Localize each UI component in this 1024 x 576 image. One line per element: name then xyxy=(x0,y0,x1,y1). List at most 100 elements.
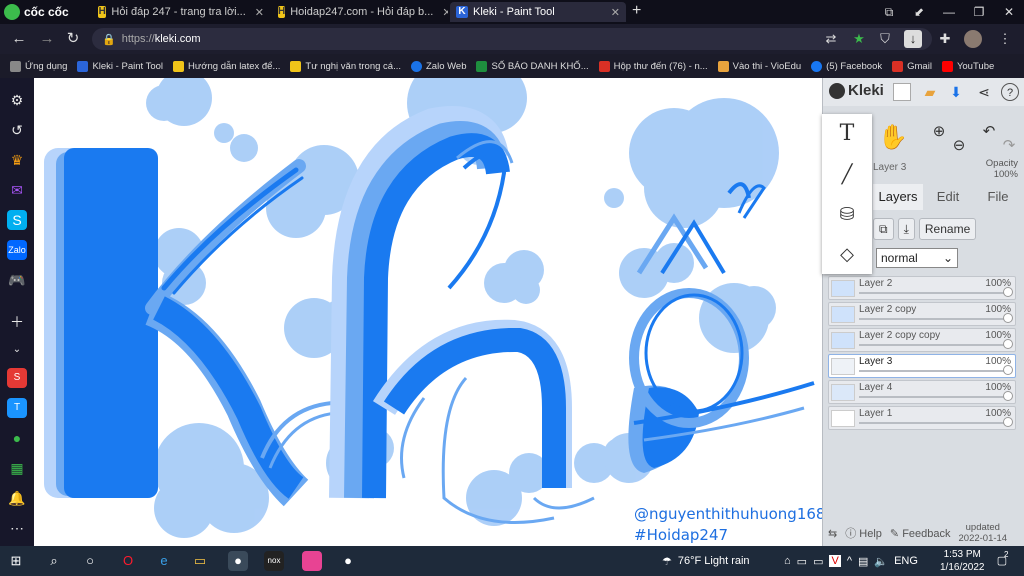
slider-knob[interactable] xyxy=(1003,313,1013,323)
file-explorer-icon[interactable]: ▭ xyxy=(190,551,210,571)
task-view-icon[interactable]: ○ xyxy=(80,551,100,571)
url-field[interactable]: 🔒 https://kleki.com xyxy=(92,28,932,50)
bookmark-kleki[interactable]: Kleki - Paint Tool xyxy=(77,60,163,72)
blend-mode-select[interactable]: normal ⌄ xyxy=(876,248,958,268)
reload-icon[interactable]: ↻ xyxy=(64,30,82,48)
layer-item-selected[interactable]: Layer 3 100% xyxy=(828,354,1016,378)
tab-layers[interactable]: Layers xyxy=(873,184,923,210)
language-indicator[interactable]: ENG xyxy=(894,555,918,567)
slider-knob[interactable] xyxy=(1003,365,1013,375)
bookmark-mail[interactable]: Hộp thư đến (76) - n... xyxy=(598,60,708,72)
tray-icon[interactable]: ▭ xyxy=(813,555,823,568)
forward-arrow-icon[interactable]: → xyxy=(38,30,56,48)
messenger-icon[interactable]: ✉ xyxy=(7,180,27,200)
chevron-down-icon[interactable]: ⌄ xyxy=(7,340,27,360)
windows-start-icon[interactable]: ⊞ xyxy=(6,551,26,571)
volume-icon[interactable]: 🔈 xyxy=(874,555,888,568)
layer-item[interactable]: Layer 2 100% xyxy=(828,276,1016,300)
new-tab-button[interactable]: + xyxy=(632,2,641,20)
layer-opacity-slider[interactable] xyxy=(859,318,1007,320)
gamepad-icon[interactable]: 🎮 xyxy=(7,270,27,290)
bookmark-zalo[interactable]: Zalo Web xyxy=(411,60,466,72)
tab-file[interactable]: File xyxy=(973,184,1023,210)
layer-item[interactable]: Layer 1 100% xyxy=(828,406,1016,430)
help-link[interactable]: ⓘ Help xyxy=(845,525,882,541)
weather[interactable]: ☂ 76°F Light rain xyxy=(662,546,750,576)
tab-hoidap-1[interactable]: H Hỏi đáp 247 - trang tra lời... ✕ xyxy=(92,2,270,22)
share-icon[interactable]: ⋖ xyxy=(975,83,993,101)
bookmark-latex[interactable]: Hướng dẫn latex để... xyxy=(173,60,280,72)
translate-icon[interactable]: ⇄ xyxy=(822,30,840,48)
coccoc-extension-icon[interactable]: ● xyxy=(7,428,27,448)
restore-tabs-icon[interactable]: ⧉ xyxy=(874,5,904,20)
tab-kleki[interactable]: K Kleki - Paint Tool ✕ xyxy=(450,2,626,22)
network-icon[interactable]: ▤ xyxy=(858,555,868,568)
add-icon[interactable]: ＋ xyxy=(7,312,27,332)
layer-opacity-slider[interactable] xyxy=(859,396,1007,398)
slider-knob[interactable] xyxy=(1003,339,1013,349)
fill-bucket-icon[interactable]: ⛁ xyxy=(822,194,872,234)
shield-icon[interactable]: ⛉ xyxy=(876,30,894,48)
slider-knob[interactable] xyxy=(1003,391,1013,401)
opera-icon[interactable]: O xyxy=(118,551,138,571)
download-icon[interactable]: ⬇ xyxy=(947,83,965,101)
clock[interactable]: 1:53 PM 1/16/2022 xyxy=(940,548,985,574)
duplicate-layer-button[interactable]: ⧉ xyxy=(873,218,894,240)
new-file-icon[interactable] xyxy=(893,83,911,101)
layer-opacity-slider[interactable] xyxy=(859,422,1007,424)
back-arrow-icon[interactable]: ← xyxy=(10,30,28,48)
slider-knob[interactable] xyxy=(1003,287,1013,297)
bookmark-apps[interactable]: Ứng dụng xyxy=(10,60,67,72)
extensions-icon[interactable]: ✚ xyxy=(936,30,954,48)
shopee-icon[interactable]: S xyxy=(7,368,27,388)
close-window-icon[interactable]: ✕ xyxy=(994,5,1024,19)
download-icon[interactable]: ↓ xyxy=(904,30,922,48)
slider-knob[interactable] xyxy=(1003,417,1013,427)
history-icon[interactable]: ↺ xyxy=(7,120,27,140)
notification-icon[interactable]: ▢ xyxy=(992,551,1012,571)
feedback-link[interactable]: ✎ Feedback xyxy=(890,527,951,540)
edge-icon[interactable]: e xyxy=(154,551,174,571)
skype-icon[interactable]: S xyxy=(7,210,27,230)
nox-icon[interactable]: nox xyxy=(264,551,284,571)
layer-item[interactable]: Layer 4 100% xyxy=(828,380,1016,404)
app-icon[interactable] xyxy=(302,551,322,571)
bookmark-tu-nghi[interactable]: Tư nghị văn trong cá... xyxy=(290,60,401,72)
layer-opacity-slider[interactable] xyxy=(859,370,1007,372)
star-icon[interactable]: ★ xyxy=(850,30,868,48)
kleki-logo[interactable]: Kleki xyxy=(829,82,884,99)
tab-edit[interactable]: Edit xyxy=(923,184,973,210)
layer-opacity-slider[interactable] xyxy=(859,292,1007,294)
chevron-up-icon[interactable]: ^ xyxy=(847,555,852,567)
search-icon[interactable]: ⌕ xyxy=(44,551,64,571)
avatar[interactable] xyxy=(964,30,982,48)
hand-icon[interactable]: ✋ xyxy=(873,118,913,158)
layer-item[interactable]: Layer 2 copy copy 100% xyxy=(828,328,1016,352)
brush-tool-icon[interactable]: ╱ xyxy=(822,154,872,194)
tab-hoidap-2[interactable]: H Hoidap247.com - Hỏi đáp b... ✕ xyxy=(272,2,448,22)
merge-layer-button[interactable]: ⤓ xyxy=(897,218,915,240)
text-tool-icon[interactable]: T xyxy=(822,114,872,154)
crown-icon[interactable]: ♛ xyxy=(7,150,27,170)
sheet-icon[interactable]: ▦ xyxy=(7,458,27,478)
bell-icon[interactable]: 🔔 xyxy=(7,488,27,508)
help-icon[interactable]: ? xyxy=(1001,83,1019,101)
rename-button[interactable]: Rename xyxy=(918,218,977,240)
menu-icon[interactable]: ⋮ xyxy=(996,30,1014,48)
drawing-canvas[interactable]: @nguyenthithuhuong16880 #Hoidap247 xyxy=(34,78,822,546)
close-icon[interactable]: ✕ xyxy=(611,6,620,19)
layer-item[interactable]: Layer 2 copy 100% xyxy=(828,302,1016,326)
bookmark-gmail[interactable]: Gmail xyxy=(892,60,932,72)
coccoc-taskbar-icon[interactable]: ● xyxy=(228,551,248,571)
bookmark-facebook[interactable]: (5) Facebook xyxy=(811,60,882,72)
bookmark-sheets[interactable]: SỐ BÁO DANH KHỐ... xyxy=(476,60,589,72)
coccoc-alt-icon[interactable]: ● xyxy=(338,551,358,571)
shape-tool-icon[interactable]: ◇ xyxy=(822,234,872,274)
tray-icon[interactable]: ⌂ xyxy=(784,555,791,567)
maximize-icon[interactable]: ❐ xyxy=(964,5,994,19)
minimize-icon[interactable]: — xyxy=(934,5,964,19)
browser-brand[interactable]: cốc cốc xyxy=(4,3,69,21)
close-icon[interactable]: ✕ xyxy=(442,6,448,19)
more-icon[interactable]: ⋯ xyxy=(7,518,27,538)
zalo-icon[interactable]: Zalo xyxy=(7,240,27,260)
